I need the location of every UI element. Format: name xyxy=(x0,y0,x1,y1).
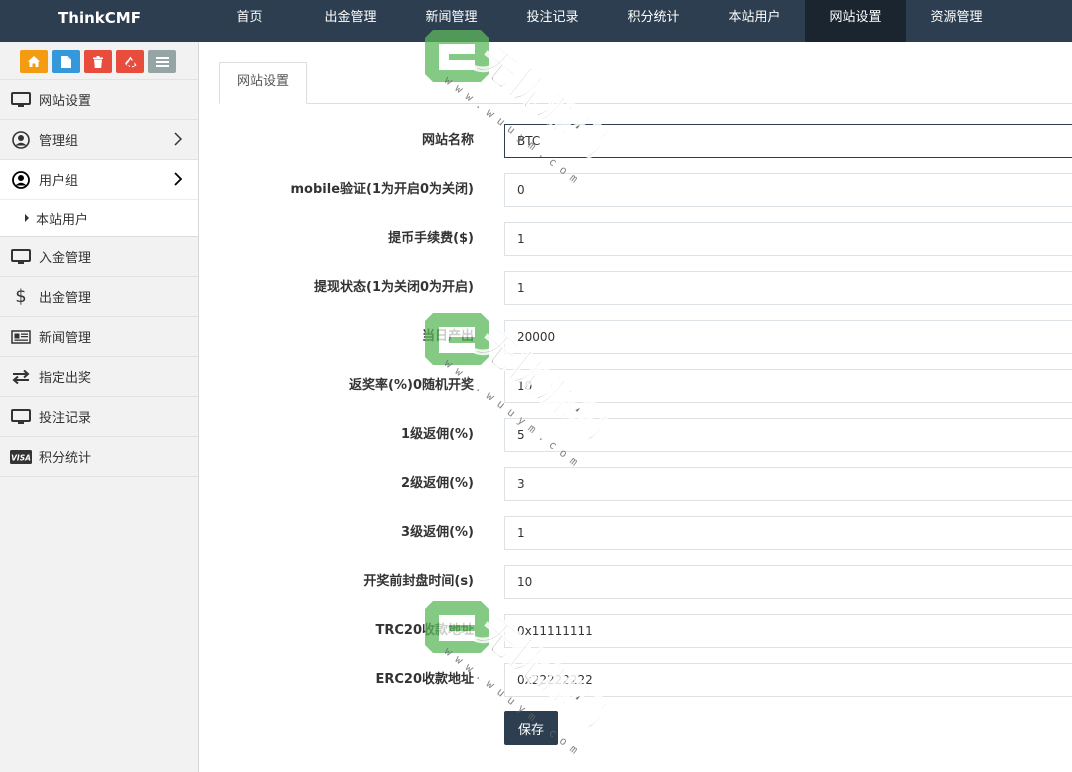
site-name-label: 网站名称 xyxy=(421,133,474,148)
sidebar-item-site-settings[interactable]: 网站设置 xyxy=(0,80,198,120)
erc20-address-input[interactable] xyxy=(504,663,1072,697)
sidebar: 网站设置 管理组 用户组 本站用户 入金管理 $ 出金管理 新闻管理 指定出奖 … xyxy=(0,42,199,772)
shortcut-toolbar xyxy=(0,42,198,80)
sidebar-item-points-statistics[interactable]: VISA 积分统计 xyxy=(0,437,198,477)
form-row-close-time: 开奖前封盘时间(s) xyxy=(199,565,1072,599)
form-row-level2-commission: 2级返佣(%) xyxy=(199,467,1072,501)
level3-commission-input[interactable] xyxy=(504,516,1072,550)
exchange-icon xyxy=(10,367,32,387)
form-row-site-name: 网站名称 xyxy=(199,124,1072,158)
form-row-trc20-address: TRC20收款地址 xyxy=(199,614,1072,648)
chevron-right-icon xyxy=(174,172,182,186)
home-shortcut-button[interactable] xyxy=(20,50,48,73)
level3-commission-label: 3级返佣(%) xyxy=(401,525,474,540)
site-name-input[interactable] xyxy=(504,124,1072,158)
sidebar-item-label: 投注记录 xyxy=(39,411,92,426)
trc20-address-input[interactable] xyxy=(504,614,1072,648)
sidebar-item-user-group[interactable]: 用户组 xyxy=(0,160,198,200)
form-row-withdraw-fee: 提币手续费($) xyxy=(199,222,1072,256)
sidebar-item-label: 用户组 xyxy=(39,174,79,189)
nav-site-users[interactable]: 本站用户 xyxy=(704,0,805,42)
sidebar-item-label: 指定出奖 xyxy=(39,371,92,386)
trash-shortcut-button[interactable] xyxy=(84,50,112,73)
user-circle-icon xyxy=(10,130,32,150)
mobile-verify-label: mobile验证(1为开启0为关闭) xyxy=(290,182,475,197)
withdraw-status-label: 提现状态(1为关闭0为开启) xyxy=(314,280,474,295)
sidebar-subitem-label: 本站用户 xyxy=(36,212,89,228)
sidebar-item-admin-group[interactable]: 管理组 xyxy=(0,120,198,160)
trash-icon xyxy=(93,55,103,68)
main-nav: 首页 出金管理 新闻管理 投注记录 积分统计 本站用户 网站设置 资源管理 xyxy=(199,0,1007,42)
sidebar-item-bet-records[interactable]: 投注记录 xyxy=(0,397,198,437)
tab-site-settings[interactable]: 网站设置 xyxy=(219,62,307,104)
home-icon xyxy=(28,56,40,67)
sidebar-item-label: 出金管理 xyxy=(39,291,92,306)
withdraw-fee-input[interactable] xyxy=(504,222,1072,256)
close-time-label: 开奖前封盘时间(s) xyxy=(363,574,474,589)
form-row-erc20-address: ERC20收款地址 xyxy=(199,663,1072,697)
trc20-address-label: TRC20收款地址 xyxy=(375,623,474,638)
level1-commission-input[interactable] xyxy=(504,418,1072,452)
sidebar-item-label: 管理组 xyxy=(39,134,79,149)
main-content: 网站设置 网站名称 mobile验证(1为开启0为关闭) 提币手续费($) 提现… xyxy=(199,42,1072,772)
nav-points-statistics[interactable]: 积分统计 xyxy=(603,0,704,42)
tab-bar: 网站设置 xyxy=(219,62,1072,104)
monitor-icon xyxy=(10,90,32,110)
monitor-icon xyxy=(10,247,32,267)
brand-logo[interactable]: ThinkCMF xyxy=(0,0,199,42)
recycle-icon xyxy=(124,56,136,67)
payout-rate-input[interactable] xyxy=(504,369,1072,403)
chevron-right-icon xyxy=(174,132,182,146)
dollar-icon: $ xyxy=(15,286,27,307)
sidebar-item-label: 入金管理 xyxy=(39,251,92,266)
sidebar-item-label: 积分统计 xyxy=(39,451,92,466)
recycle-shortcut-button[interactable] xyxy=(116,50,144,73)
sidebar-item-designated-prize[interactable]: 指定出奖 xyxy=(0,357,198,397)
daily-output-input[interactable] xyxy=(504,320,1072,354)
withdraw-status-input[interactable] xyxy=(504,271,1072,305)
file-shortcut-button[interactable] xyxy=(52,50,80,73)
nav-bet-records[interactable]: 投注记录 xyxy=(502,0,603,42)
save-button[interactable]: 保存 xyxy=(504,711,558,745)
sidebar-item-label: 新闻管理 xyxy=(39,331,92,346)
nav-home[interactable]: 首页 xyxy=(199,0,300,42)
list-shortcut-button[interactable] xyxy=(148,50,176,73)
withdraw-fee-label: 提币手续费($) xyxy=(388,231,474,246)
daily-output-label: 当日产出 xyxy=(421,329,474,344)
erc20-address-label: ERC20收款地址 xyxy=(375,672,474,687)
sidebar-subitem-site-users[interactable]: 本站用户 xyxy=(0,200,198,237)
sidebar-item-deposit-management[interactable]: 入金管理 xyxy=(0,237,198,277)
form-row-level1-commission: 1级返佣(%) xyxy=(199,418,1072,452)
nav-withdraw-management[interactable]: 出金管理 xyxy=(300,0,401,42)
level1-commission-label: 1级返佣(%) xyxy=(401,427,474,442)
sidebar-item-news-management[interactable]: 新闻管理 xyxy=(0,317,198,357)
close-time-input[interactable] xyxy=(504,565,1072,599)
form-row-payout-rate: 返奖率(%)0随机开奖 xyxy=(199,369,1072,403)
form-row-level3-commission: 3级返佣(%) xyxy=(199,516,1072,550)
nav-resource-management[interactable]: 资源管理 xyxy=(906,0,1007,42)
top-navbar: ThinkCMF 首页 出金管理 新闻管理 投注记录 积分统计 本站用户 网站设… xyxy=(0,0,1072,42)
payout-rate-label: 返奖率(%)0随机开奖 xyxy=(349,378,474,393)
form-row-withdraw-status: 提现状态(1为关闭0为开启) xyxy=(199,271,1072,305)
caret-right-icon xyxy=(25,214,29,222)
nav-news-management[interactable]: 新闻管理 xyxy=(401,0,502,42)
monitor-icon xyxy=(10,407,32,427)
sidebar-item-withdraw-management[interactable]: $ 出金管理 xyxy=(0,277,198,317)
nav-site-settings[interactable]: 网站设置 xyxy=(805,0,906,42)
user-circle-icon xyxy=(10,170,32,190)
newspaper-icon xyxy=(10,327,32,347)
form-row-daily-output: 当日产出 xyxy=(199,320,1072,354)
list-icon xyxy=(155,56,169,67)
form-row-mobile-verify: mobile验证(1为开启0为关闭) xyxy=(199,173,1072,207)
mobile-verify-input[interactable] xyxy=(504,173,1072,207)
level2-commission-input[interactable] xyxy=(504,467,1072,501)
visa-icon: VISA xyxy=(10,447,32,467)
svg-text:VISA: VISA xyxy=(11,453,31,462)
level2-commission-label: 2级返佣(%) xyxy=(401,476,474,491)
file-icon xyxy=(61,55,71,68)
sidebar-item-label: 网站设置 xyxy=(39,94,92,109)
